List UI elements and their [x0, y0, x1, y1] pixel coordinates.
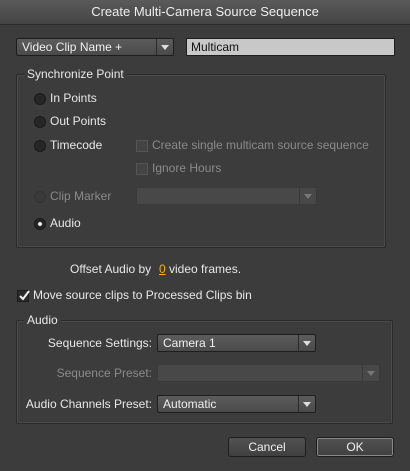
timecode-radio[interactable] — [34, 140, 46, 152]
move-clips-checkbox[interactable] — [17, 290, 30, 302]
audio-settings-label: Audio — [24, 313, 61, 327]
chevron-down-icon — [298, 396, 315, 412]
offset-audio-frames-value[interactable]: 0 — [159, 262, 166, 276]
window-title: Create Multi-Camera Source Sequence — [0, 0, 410, 25]
clip-marker-label: Clip Marker — [50, 189, 112, 203]
cancel-button[interactable]: Cancel — [228, 437, 306, 457]
sequence-settings-label: Sequence Settings: — [47, 336, 152, 350]
clip-marker-dropdown[interactable] — [136, 187, 317, 205]
checkmark-icon — [19, 290, 30, 301]
synchronize-point-label: Synchronize Point — [24, 67, 127, 81]
in-points-label[interactable]: In Points — [50, 91, 97, 105]
ok-button[interactable]: OK — [316, 437, 394, 457]
audio-sync-radio[interactable] — [34, 218, 46, 230]
audio-channels-preset-label: Audio Channels Preset: — [25, 397, 152, 411]
offset-audio-suffix: video frames. — [169, 262, 242, 276]
ignore-hours-checkbox[interactable] — [136, 163, 148, 175]
move-clips-label[interactable]: Move source clips to Processed Clips bin — [33, 288, 252, 302]
timecode-label[interactable]: Timecode — [50, 138, 102, 152]
clip-marker-radio[interactable] — [34, 191, 46, 203]
sequence-settings-value: Camera 1 — [163, 336, 216, 350]
sequence-preset-label: Sequence Preset: — [56, 366, 152, 380]
single-multicam-checkbox[interactable] — [136, 140, 148, 152]
chevron-down-icon — [156, 39, 173, 55]
out-points-radio[interactable] — [34, 116, 46, 128]
audio-channels-preset-dropdown[interactable]: Automatic — [157, 395, 316, 413]
offset-audio-prefix: Offset Audio by — [70, 262, 152, 276]
audio-channels-preset-value: Automatic — [163, 397, 217, 411]
chevron-down-icon — [362, 365, 379, 381]
chevron-down-icon — [299, 188, 316, 204]
sequence-name-input[interactable]: Multicam — [186, 38, 395, 56]
in-points-radio[interactable] — [34, 93, 46, 105]
name-source-dropdown[interactable]: Video Clip Name + — [16, 38, 174, 56]
ignore-hours-label: Ignore Hours — [152, 161, 222, 175]
chevron-down-icon — [298, 335, 315, 351]
sequence-settings-dropdown[interactable]: Camera 1 — [157, 334, 316, 352]
out-points-label[interactable]: Out Points — [50, 114, 106, 128]
single-multicam-label: Create single multicam source sequence — [152, 138, 369, 152]
name-source-value: Video Clip Name + — [22, 40, 123, 54]
audio-sync-label[interactable]: Audio — [50, 216, 81, 230]
sequence-preset-dropdown[interactable] — [157, 364, 380, 382]
